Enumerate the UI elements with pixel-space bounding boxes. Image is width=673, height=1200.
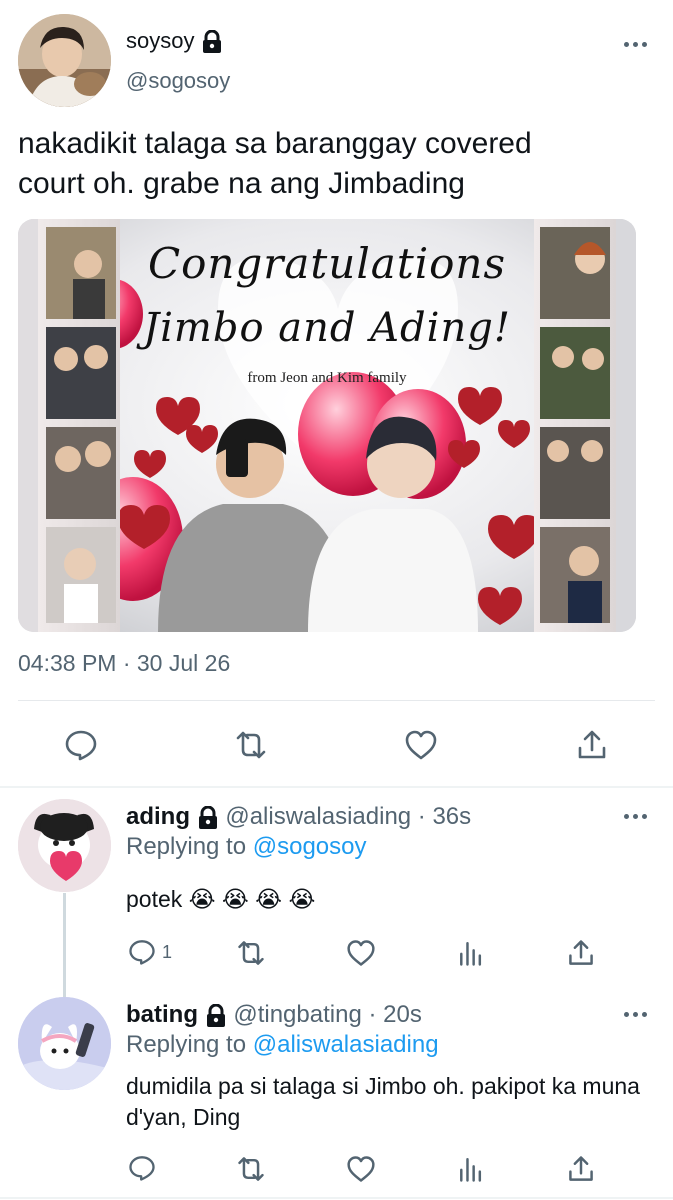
replying-to: Replying to @aliswalasiading [126,1031,439,1059]
reply-header: bating @tingbating · 20s [126,1001,422,1029]
divider [0,1197,673,1199]
reply-actions [0,1154,673,1184]
avatar[interactable] [18,997,111,1090]
divider [0,786,673,788]
like-icon[interactable] [346,938,376,968]
replying-to-handle[interactable]: @aliswalasiading [253,1031,439,1058]
reply-header: ading @aliswalasiading · 36s [126,803,471,831]
analytics-icon[interactable] [456,1154,486,1184]
author-name-row[interactable]: soysoy [126,28,223,54]
media-title-line-1: Congratulations [147,239,507,288]
more-icon[interactable] [624,812,648,820]
reply-icon[interactable] [128,1154,156,1182]
lock-icon [198,805,217,829]
avatar[interactable] [18,14,111,107]
lock-icon [202,30,221,54]
analytics-icon[interactable] [456,938,486,968]
author-handle[interactable]: @sogosoy [126,68,230,94]
author-handle-time[interactable]: @aliswalasiading · 36s [225,803,471,830]
share-icon[interactable] [575,728,609,762]
tweet-actions [0,728,673,762]
like-icon[interactable] [346,1154,376,1184]
reply-icon[interactable] [128,938,156,966]
reply-text: dumidila pa si talaga si Jimbo oh. pakip… [126,1073,640,1130]
media-title-line-2: Jimbo and Ading! [143,305,511,351]
tweet-text-line-2: court oh. grabe na ang Jimbading [18,167,465,200]
share-icon[interactable] [566,938,596,968]
replying-to-label: Replying to [126,1031,247,1058]
author-handle-time[interactable]: @tingbating · 20s [233,1001,421,1028]
retweet-icon[interactable] [236,1154,266,1184]
author-name[interactable]: bating [126,1001,198,1028]
share-icon[interactable] [566,1154,596,1184]
reply-text: potek 😭 😭 😭 😭 [126,886,316,912]
retweet-icon[interactable] [234,728,268,762]
author-name[interactable]: ading [126,803,190,830]
avatar[interactable] [18,799,111,892]
reply-icon[interactable] [64,728,98,762]
more-icon[interactable] [624,1010,648,1018]
tweet-text: nakadikit talaga sa baranggay covered co… [18,124,648,204]
tweet-media-image[interactable]: Congratulations Jimbo and Ading! from Je… [18,219,636,632]
reply-actions: 1 [0,938,673,968]
divider [18,700,655,701]
more-icon[interactable] [624,40,648,48]
media-subtitle: from Jeon and Kim family [247,370,407,386]
replying-to-handle[interactable]: @sogosoy [253,833,367,860]
lock-icon [206,1003,225,1027]
replying-to-label: Replying to [126,833,247,860]
author-name[interactable]: soysoy [126,28,194,53]
retweet-icon[interactable] [236,938,266,968]
tweet-text-line-1: nakadikit talaga sa baranggay covered [18,127,532,160]
reply-count: 1 [162,942,173,962]
replying-to: Replying to @sogosoy [126,833,367,861]
like-icon[interactable] [404,728,438,762]
tweet-timestamp[interactable]: 04:38 PM · 30 Jul 26 [18,650,230,677]
